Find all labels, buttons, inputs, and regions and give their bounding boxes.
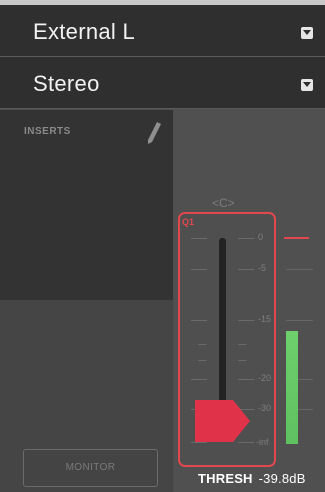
input-source-dropdown[interactable]: External L	[0, 5, 325, 57]
db-scale-label: -15	[258, 314, 272, 324]
pencil-icon[interactable]	[147, 122, 161, 144]
scale-tick	[238, 379, 254, 380]
scale-tick	[191, 269, 207, 270]
level-meter-bar	[286, 331, 298, 444]
scale-tick	[238, 360, 246, 361]
meter-tick	[286, 320, 313, 321]
scale-tick	[238, 344, 246, 345]
db-scale-label: -5	[258, 263, 267, 273]
scale-tick	[198, 360, 206, 361]
channel-mode-dropdown[interactable]: Stereo	[0, 57, 325, 109]
db-scale-label: -30	[258, 403, 272, 413]
scale-tick	[238, 442, 254, 443]
threshold-label: THRESH	[198, 471, 253, 486]
scale-tick	[238, 320, 254, 321]
pan-indicator[interactable]: <C>	[212, 196, 235, 210]
db-scale-label: 0	[258, 232, 264, 242]
channel-mode-label: Stereo	[33, 71, 100, 96]
db-scale-label: -20	[258, 373, 272, 383]
channel-tag: Q1	[182, 217, 195, 227]
chevron-down-icon[interactable]	[301, 79, 313, 91]
scale-tick	[238, 269, 254, 270]
scale-tick	[191, 238, 207, 239]
meter-tick	[286, 269, 313, 270]
chevron-down-icon[interactable]	[301, 27, 313, 39]
scale-tick	[198, 344, 206, 345]
scale-tick	[191, 442, 207, 443]
input-source-label: External L	[33, 19, 136, 44]
threshold-value: -39.8dB	[258, 471, 306, 486]
db-scale-label: -inf	[256, 437, 269, 447]
threshold-readout[interactable]: THRESH -39.8dB	[198, 471, 306, 486]
inserts-panel[interactable]: INSERTS	[0, 110, 173, 300]
inserts-title: INSERTS	[24, 126, 71, 137]
fader-handle[interactable]	[195, 400, 250, 442]
scale-tick	[191, 320, 207, 321]
monitor-button[interactable]: MONITOR	[23, 449, 158, 487]
peak-hold-indicator	[284, 237, 309, 239]
scale-tick	[238, 238, 254, 239]
scale-tick	[191, 379, 207, 380]
